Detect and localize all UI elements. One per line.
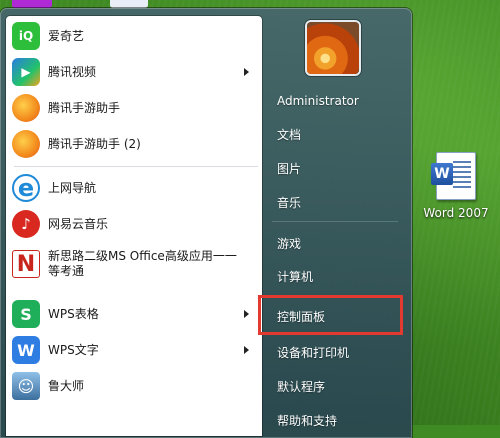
program-label: 鲁大师 <box>48 378 85 393</box>
program-label: 腾讯手游助手 <box>48 100 121 115</box>
program-label: WPS表格 <box>48 306 99 321</box>
right-item-documents[interactable]: 文档 <box>270 121 402 147</box>
right-item-label: 文档 <box>277 127 302 142</box>
right-item-music[interactable]: 音乐 <box>270 189 402 215</box>
program-item-netease-music[interactable]: ♪ 网易云音乐 <box>6 206 262 242</box>
program-label: 爱奇艺 <box>48 28 85 43</box>
desktop-icon-label: Word 2007 <box>423 206 489 220</box>
iqiyi-icon: iQ <box>12 22 40 50</box>
program-label: 新思路二级MS Office高级应用一一等考通 <box>48 249 237 278</box>
ie-browser-icon: e <box>12 174 40 202</box>
right-item-default-programs[interactable]: 默认程序 <box>270 373 402 399</box>
exam-app-icon: N <box>12 250 40 278</box>
program-label: 上网导航 <box>48 180 97 195</box>
submenu-arrow-icon <box>244 68 249 76</box>
right-item-label: 默认程序 <box>277 379 326 394</box>
right-item-computer[interactable]: 计算机 <box>270 263 402 289</box>
program-item-tencent-game-assistant[interactable]: 腾讯手游助手 <box>6 90 262 126</box>
ludashi-icon: ☺ <box>12 372 40 400</box>
desktop-icon-word[interactable]: W Word 2007 <box>420 152 492 220</box>
program-item-wps-sheets[interactable]: S WPS表格 <box>6 296 262 332</box>
program-label: 网易云音乐 <box>48 216 109 231</box>
right-item-pictures[interactable]: 图片 <box>270 155 402 181</box>
tencent-game-assistant-icon <box>12 130 40 158</box>
programs-list: iQ 爱奇艺 ▶ 腾讯视频 腾讯手游助手 腾讯手游助手 (2) e 上网导航 ♪… <box>6 16 262 436</box>
desktop-icon-partial[interactable] <box>110 0 148 8</box>
program-item-iqiyi[interactable]: iQ 爱奇艺 <box>6 18 262 54</box>
right-item-label: 计算机 <box>277 269 314 284</box>
wps-sheets-icon: S <box>12 300 40 328</box>
right-item-label: 图片 <box>277 161 302 176</box>
tencent-game-assistant-icon <box>12 94 40 122</box>
right-item-devices-printers[interactable]: 设备和打印机 <box>270 339 402 365</box>
program-item-exam-app[interactable]: N 新思路二级MS Office高级应用一一等考通 <box>6 242 262 286</box>
start-menu: iQ 爱奇艺 ▶ 腾讯视频 腾讯手游助手 腾讯手游助手 (2) e 上网导航 ♪… <box>0 8 412 438</box>
submenu-arrow-icon <box>244 310 249 318</box>
program-label: WPS文字 <box>48 342 99 357</box>
tencent-video-icon: ▶ <box>12 58 40 86</box>
right-item-label: 游戏 <box>277 236 302 251</box>
separator <box>272 221 398 222</box>
submenu-arrow-icon <box>244 346 249 354</box>
program-item-tencent-game-assistant-2[interactable]: 腾讯手游助手 (2) <box>6 126 262 162</box>
desktop-icon-partial[interactable] <box>12 0 52 8</box>
right-item-label: 设备和打印机 <box>277 345 350 360</box>
right-item-games[interactable]: 游戏 <box>270 230 402 256</box>
right-item-label: 音乐 <box>277 195 302 210</box>
program-item-tencent-video[interactable]: ▶ 腾讯视频 <box>6 54 262 90</box>
wps-writer-icon: W <box>12 336 40 364</box>
user-name-label: Administrator <box>277 94 359 108</box>
separator <box>14 166 258 167</box>
word-document-icon: W <box>431 152 476 200</box>
program-label: 腾讯手游助手 (2) <box>48 136 141 151</box>
right-item-user[interactable]: Administrator <box>270 88 402 114</box>
user-avatar[interactable] <box>307 22 359 74</box>
program-item-wps-writer[interactable]: W WPS文字 <box>6 332 262 368</box>
control-panel-highlight <box>258 295 403 335</box>
program-label: 腾讯视频 <box>48 64 97 79</box>
program-item-ludashi[interactable]: ☺ 鲁大师 <box>6 368 262 404</box>
right-item-help-support[interactable]: 帮助和支持 <box>270 407 402 433</box>
program-item-web-navigation[interactable]: e 上网导航 <box>6 170 262 206</box>
right-item-label: 帮助和支持 <box>277 413 338 428</box>
netease-music-icon: ♪ <box>12 210 40 238</box>
